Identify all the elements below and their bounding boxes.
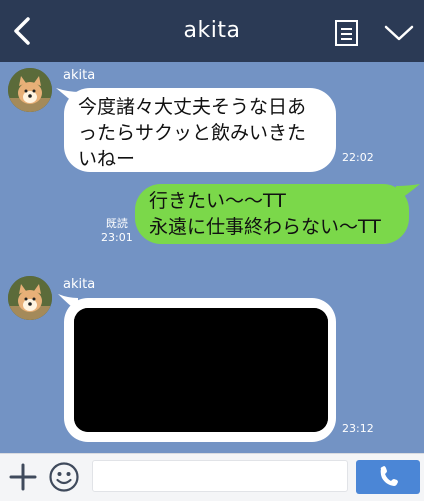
emoji-button[interactable] <box>48 461 80 493</box>
message-line: 今度諸々大丈夫そうな日あ <box>78 96 307 118</box>
phone-icon <box>380 466 398 486</box>
chat-header: akita <box>0 0 424 62</box>
message-time: 23:01 <box>101 231 133 244</box>
message-input-bar <box>0 453 424 501</box>
message-bubble[interactable]: 行きたい〜〜TT 永遠に仕事終わらない〜TT <box>135 184 409 244</box>
dog-avatar-icon <box>8 68 52 112</box>
message-time: 23:12 <box>342 422 374 435</box>
note-list-icon <box>335 20 358 46</box>
bubble-tail <box>396 184 420 202</box>
plus-icon <box>9 463 37 491</box>
read-receipt: 既読 23:01 <box>101 217 133 245</box>
sender-name: akita <box>63 68 96 83</box>
message-line: ったらサクッと飲みいきた <box>78 122 307 144</box>
menu-toggle-button[interactable] <box>382 20 416 46</box>
smiley-icon <box>49 462 79 492</box>
notes-button[interactable] <box>333 19 361 47</box>
message-line: 行きたい〜〜TT <box>149 190 286 212</box>
attach-button[interactable] <box>8 462 38 492</box>
avatar[interactable] <box>8 68 52 112</box>
chevron-down-icon <box>384 25 414 41</box>
message-line: いねー <box>78 148 136 170</box>
dog-avatar-icon <box>8 276 52 320</box>
message-input[interactable] <box>92 460 348 492</box>
read-label: 既読 <box>105 217 128 230</box>
call-button[interactable] <box>356 460 420 494</box>
message-time: 22:02 <box>342 151 374 164</box>
redacted-image[interactable] <box>74 308 328 432</box>
sender-name: akita <box>63 277 96 292</box>
avatar[interactable] <box>8 276 52 320</box>
message-bubble[interactable]: 今度諸々大丈夫そうな日あ ったらサクッと飲みいきた いねー <box>64 88 336 172</box>
message-line: 永遠に仕事終わらない〜TT <box>149 216 381 238</box>
